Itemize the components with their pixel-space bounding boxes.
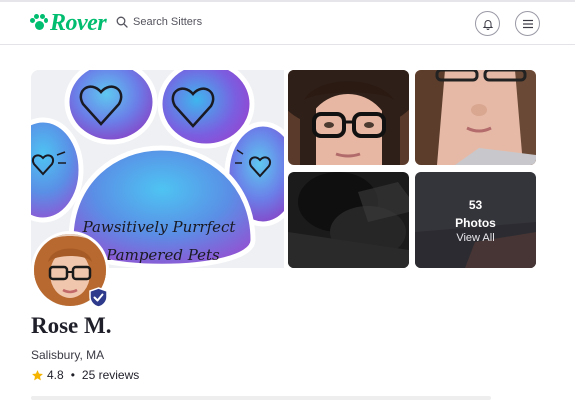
gallery-photo-1[interactable] bbox=[288, 70, 409, 165]
closeup-photo bbox=[415, 70, 536, 165]
gallery-photo-3[interactable] bbox=[288, 172, 409, 268]
view-all-photos-tile[interactable]: 53 Photos View All bbox=[415, 172, 536, 268]
photo-count-label: Photos bbox=[455, 216, 496, 230]
reviews-count[interactable]: 25 reviews bbox=[82, 368, 139, 382]
verified-shield-icon bbox=[89, 287, 108, 308]
notifications-button[interactable] bbox=[475, 11, 500, 36]
selfie-photo bbox=[288, 70, 409, 165]
cover-text-line1: Pawsitively Purrfect bbox=[82, 218, 237, 236]
gallery-photo-2[interactable] bbox=[415, 70, 536, 165]
star-icon bbox=[32, 369, 43, 380]
search-icon bbox=[116, 16, 128, 28]
paw-logo-icon bbox=[30, 14, 48, 32]
bell-icon bbox=[482, 19, 493, 30]
hamburger-menu-icon bbox=[522, 19, 533, 28]
view-all-label: View All bbox=[456, 232, 495, 244]
black-cat-photo bbox=[288, 172, 409, 268]
rating-summary[interactable]: 4.8 • 25 reviews bbox=[31, 368, 139, 382]
photo-count: 53 bbox=[468, 198, 483, 212]
sitter-location: Salisbury, MA bbox=[31, 348, 105, 362]
rating-value: 4.8 bbox=[47, 368, 64, 382]
logo-text: Rover bbox=[50, 10, 107, 36]
sitter-name: Rose M. bbox=[31, 313, 112, 338]
rover-logo[interactable]: Rover bbox=[30, 10, 107, 36]
search-sitters-button[interactable]: Search Sitters bbox=[116, 16, 202, 28]
top-navigation-bar: Rover Search Sitters bbox=[0, 0, 575, 45]
menu-button[interactable] bbox=[515, 11, 540, 36]
cover-text-line2: Pampered Pets bbox=[105, 246, 220, 264]
search-label: Search Sitters bbox=[133, 16, 203, 28]
section-divider bbox=[31, 396, 491, 400]
rating-separator: • bbox=[70, 368, 75, 382]
